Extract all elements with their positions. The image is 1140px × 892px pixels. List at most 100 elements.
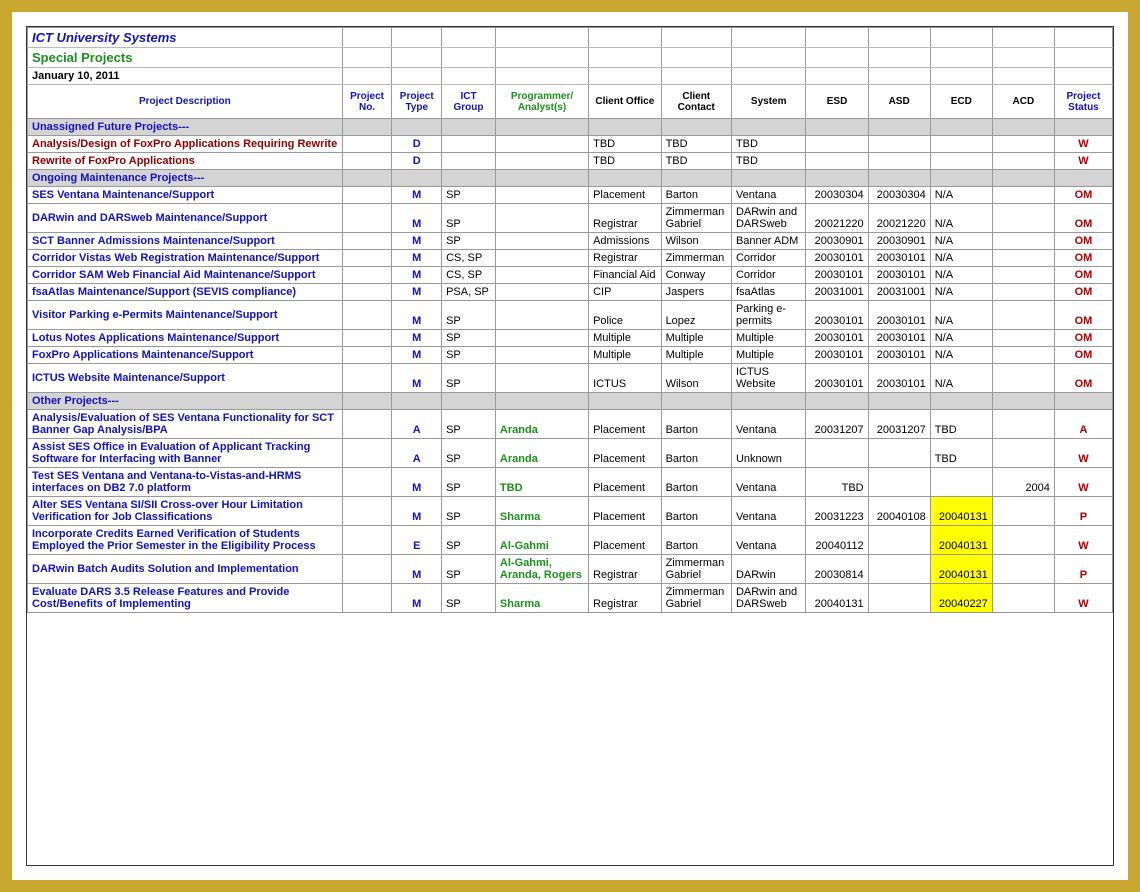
cell-system: DARwin and DARSweb (731, 584, 806, 613)
cell-type: M (392, 267, 442, 284)
cell-desc: ICTUS Website Maintenance/Support (28, 364, 343, 393)
cell-group: SP (442, 187, 496, 204)
cell-esd: 20021220 (806, 204, 868, 233)
cell-asd (868, 555, 930, 584)
cell-asd (868, 439, 930, 468)
cell-no (342, 187, 392, 204)
cell-office: Registrar (589, 584, 661, 613)
cell-no (342, 439, 392, 468)
cell-type: M (392, 347, 442, 364)
cell-acd (992, 250, 1054, 267)
col-group: ICT Group (442, 85, 496, 119)
cell-no (342, 330, 392, 347)
cell-group (442, 136, 496, 153)
cell-acd: 2004 (992, 468, 1054, 497)
cell-ecd: 20040131 (930, 555, 992, 584)
cell-desc: SCT Banner Admissions Maintenance/Suppor… (28, 233, 343, 250)
cell-ecd: N/A (930, 347, 992, 364)
cell-office: Multiple (589, 347, 661, 364)
cell-prog: TBD (495, 468, 588, 497)
cell-status: P (1054, 555, 1112, 584)
cell-type: A (392, 439, 442, 468)
cell-acd (992, 410, 1054, 439)
cell-acd (992, 187, 1054, 204)
cell-desc: Rewrite of FoxPro Applications (28, 153, 343, 170)
cell-prog (495, 187, 588, 204)
cell-no (342, 584, 392, 613)
cell-asd: 20031207 (868, 410, 930, 439)
cell-acd (992, 284, 1054, 301)
cell-status: OM (1054, 301, 1112, 330)
sheet-title: Special Projects (28, 48, 343, 68)
cell-contact: Multiple (661, 347, 731, 364)
cell-status: OM (1054, 233, 1112, 250)
cell-contact: TBD (661, 153, 731, 170)
cell-group: PSA, SP (442, 284, 496, 301)
cell-acd (992, 233, 1054, 250)
cell-contact: Barton (661, 526, 731, 555)
cell-prog (495, 233, 588, 250)
col-status: Project Status (1054, 85, 1112, 119)
cell-desc: Alter SES Ventana SI/SII Cross-over Hour… (28, 497, 343, 526)
cell-type: M (392, 250, 442, 267)
cell-status: W (1054, 153, 1112, 170)
cell-group: SP (442, 364, 496, 393)
cell-no (342, 555, 392, 584)
cell-prog (495, 136, 588, 153)
cell-esd: TBD (806, 468, 868, 497)
cell-esd: 20031001 (806, 284, 868, 301)
cell-office: Registrar (589, 204, 661, 233)
cell-asd: 20030304 (868, 187, 930, 204)
cell-status: OM (1054, 364, 1112, 393)
cell-contact: Conway (661, 267, 731, 284)
cell-asd: 20021220 (868, 204, 930, 233)
table-row: Evaluate DARS 3.5 Release Features and P… (28, 584, 1113, 613)
table-row: DARwin Batch Audits Solution and Impleme… (28, 555, 1113, 584)
cell-prog: Aranda (495, 410, 588, 439)
cell-group: SP (442, 204, 496, 233)
cell-contact: Zimmerman Gabriel (661, 204, 731, 233)
cell-contact: Zimmerman (661, 250, 731, 267)
cell-no (342, 284, 392, 301)
cell-group: SP (442, 347, 496, 364)
col-ecd: ECD (930, 85, 992, 119)
cell-group: SP (442, 330, 496, 347)
cell-system: DARwin and DARSweb (731, 204, 806, 233)
cell-status: OM (1054, 187, 1112, 204)
cell-desc: Incorporate Credits Earned Verification … (28, 526, 343, 555)
org-row: ICT University Systems (28, 28, 1113, 48)
cell-esd: 20040112 (806, 526, 868, 555)
title-row: Special Projects (28, 48, 1113, 68)
cell-ecd: 20040131 (930, 497, 992, 526)
cell-type: A (392, 410, 442, 439)
cell-group: SP (442, 439, 496, 468)
cell-esd: 20030814 (806, 555, 868, 584)
cell-acd (992, 347, 1054, 364)
cell-no (342, 410, 392, 439)
org-name: ICT University Systems (28, 28, 343, 48)
cell-type: M (392, 497, 442, 526)
cell-office: CIP (589, 284, 661, 301)
cell-system: fsaAtlas (731, 284, 806, 301)
cell-office: Placement (589, 439, 661, 468)
projects-table: ICT University Systems Special Projects … (27, 27, 1113, 613)
table-row: Assist SES Office in Evaluation of Appli… (28, 439, 1113, 468)
cell-ecd: N/A (930, 204, 992, 233)
spreadsheet: ICT University Systems Special Projects … (26, 26, 1114, 866)
cell-ecd: 20040227 (930, 584, 992, 613)
cell-ecd: N/A (930, 301, 992, 330)
table-row: Alter SES Ventana SI/SII Cross-over Hour… (28, 497, 1113, 526)
cell-group: SP (442, 410, 496, 439)
cell-ecd (930, 468, 992, 497)
cell-prog (495, 250, 588, 267)
cell-system: Banner ADM (731, 233, 806, 250)
cell-contact: Zimmerman Gabriel (661, 555, 731, 584)
cell-type: M (392, 584, 442, 613)
cell-ecd: N/A (930, 233, 992, 250)
cell-type: M (392, 555, 442, 584)
cell-esd: 20031207 (806, 410, 868, 439)
col-office: Client Office (589, 85, 661, 119)
cell-desc: Evaluate DARS 3.5 Release Features and P… (28, 584, 343, 613)
col-no: Project No. (342, 85, 392, 119)
cell-contact: Jaspers (661, 284, 731, 301)
